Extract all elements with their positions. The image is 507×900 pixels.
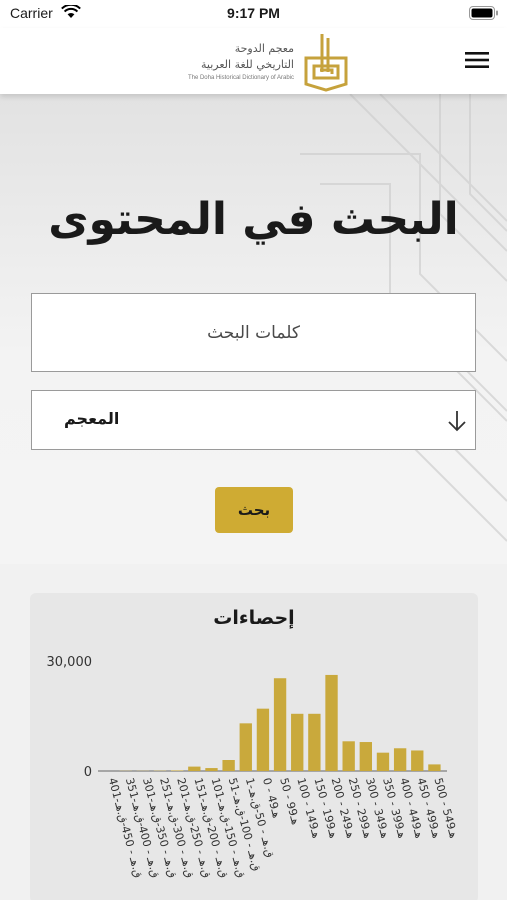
chart-bar[interactable]: [359, 742, 372, 771]
chart-bar[interactable]: [273, 678, 287, 771]
chart-bar[interactable]: [342, 741, 355, 771]
chart-bar[interactable]: [308, 713, 321, 771]
dictionary-select[interactable]: المعجم: [31, 390, 476, 450]
statistics-card: إحصاءات 30,000 0 401-ق.هـ - 450-ق.هـ 351-ق.…: [30, 593, 478, 900]
chart-bar[interactable]: [188, 766, 201, 771]
search-keywords-input[interactable]: [31, 293, 476, 372]
dictionary-select-value: المعجم: [64, 409, 120, 428]
statistics-title: إحصاءات: [213, 607, 295, 629]
chart-bar[interactable]: [393, 748, 407, 771]
chart-bar[interactable]: [411, 750, 424, 771]
y-tick-label: 0: [84, 765, 92, 780]
y-tick-label: 30,000: [47, 655, 93, 670]
chart-bar[interactable]: [171, 770, 184, 771]
chart-bar[interactable]: [239, 723, 252, 771]
page-title: البحث في المحتوى: [48, 194, 459, 245]
chart-bar[interactable]: [376, 752, 390, 771]
status-time: 9:17 PM: [227, 5, 280, 21]
chart-bar[interactable]: [291, 713, 304, 771]
app-logo[interactable]: معجم الدوحة التاريخي للغة العربية The Do…: [150, 30, 360, 94]
chart-bar[interactable]: [325, 674, 338, 771]
logo-arabic-line-1: معجم الدوحة: [234, 42, 294, 55]
app-header: معجم الدوحة التاريخي للغة العربية The Do…: [0, 28, 507, 94]
chart-bar[interactable]: [428, 764, 441, 771]
logo-emblem-icon: [304, 34, 348, 92]
search-hero: البحث في المحتوى المعجم بحث: [0, 94, 507, 564]
chart-bar[interactable]: [256, 708, 270, 771]
chart-bar[interactable]: [205, 768, 218, 771]
search-button[interactable]: بحث: [215, 487, 293, 533]
logo-arabic-line-2: التاريخي للغة العربية: [201, 58, 294, 71]
hamburger-menu-icon[interactable]: [465, 50, 489, 70]
battery-icon: [469, 6, 498, 20]
logo-english-name: The Doha Historical Dictionary of Arabic: [187, 75, 294, 81]
chart-bar[interactable]: [222, 760, 235, 771]
statistics-bar-chart: 30,0000401-ق.هـ - 450-ق.هـ351-ق.هـ - 400…: [47, 655, 461, 879]
status-bar: Carrier 9:17 PM: [0, 0, 507, 28]
arrow-down-icon: [448, 411, 466, 432]
